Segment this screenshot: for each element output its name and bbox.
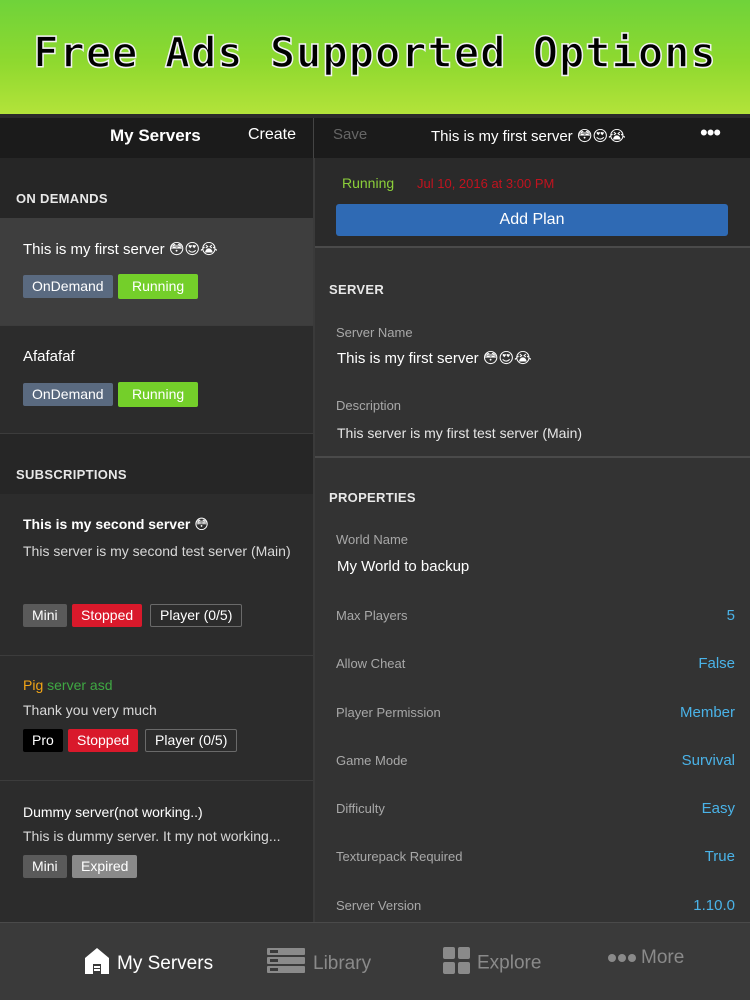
mini-badge: Mini (23, 604, 67, 627)
list-item[interactable]: Pig server asd Thank you very much Pro S… (0, 656, 313, 781)
banner-text: Free Ads Supported Options (33, 27, 717, 78)
pro-badge: Pro (23, 729, 63, 752)
more-options-icon[interactable]: ••• (700, 120, 721, 146)
house-icon (84, 947, 110, 981)
section-divider (315, 456, 750, 458)
server-title: Afafafaf (23, 348, 75, 365)
tab-my-servers[interactable]: My Servers (84, 947, 213, 981)
on-demands-header: ON DEMANDS (0, 158, 313, 218)
status-area: Running Jul 10, 2016 at 3:00 PM Add Plan (315, 158, 750, 248)
texturepack-required-value[interactable]: True (705, 848, 735, 865)
player-permission-value[interactable]: Member (680, 704, 735, 721)
server-name-label: Server Name (336, 325, 413, 340)
server-version-value[interactable]: 1.10.0 (693, 897, 735, 914)
server-title: Dummy server(not working..) (23, 804, 203, 820)
property-label: Allow Cheat (336, 656, 406, 671)
property-label: Texturepack Required (336, 849, 463, 864)
description-field[interactable]: This server is my first test server (Mai… (337, 425, 582, 441)
title-part-orange: Pig (23, 677, 44, 693)
server-title: This is my second server 😳 (23, 516, 209, 532)
stopped-badge: Stopped (68, 729, 139, 752)
add-plan-button[interactable]: Add Plan (336, 204, 728, 236)
ad-banner[interactable]: Free Ads Supported Options (0, 0, 750, 116)
tab-library[interactable]: Library (266, 947, 371, 981)
status-date: Jul 10, 2016 at 3:00 PM (417, 176, 555, 191)
max-players-value[interactable]: 5 (727, 607, 735, 624)
server-description: This server is my second test server (Ma… (23, 543, 291, 559)
tab-label: More (641, 947, 685, 968)
dots-icon (607, 947, 637, 969)
create-button[interactable]: Create (248, 126, 296, 144)
world-name-label: World Name (336, 532, 409, 547)
page-title: My Servers (110, 126, 201, 145)
server-name-field[interactable]: This is my first server 😳😍😭 (337, 349, 532, 367)
world-name-field[interactable]: My World to backup (337, 558, 469, 575)
stack-icon (266, 947, 306, 981)
difficulty-value[interactable]: Easy (702, 800, 735, 817)
server-section-header: SERVER (329, 282, 385, 297)
list-item[interactable]: This is my first server 😳😍😭 OnDemand Run… (0, 218, 313, 326)
server-detail: Running Jul 10, 2016 at 3:00 PM Add Plan… (315, 158, 750, 922)
mini-badge: Mini (23, 855, 67, 878)
stopped-badge: Stopped (72, 604, 143, 627)
title-part-green: server asd (43, 677, 113, 693)
status-text: Running (342, 175, 395, 191)
tab-label: My Servers (117, 953, 214, 974)
property-label: Max Players (336, 608, 408, 623)
server-list: ON DEMANDS This is my first server 😳😍😭 O… (0, 158, 313, 922)
game-mode-value[interactable]: Survival (682, 752, 735, 769)
list-item[interactable]: This is my second server 😳 This server i… (0, 494, 313, 656)
property-label: Difficulty (336, 801, 385, 816)
list-item[interactable]: Afafafaf OnDemand Running (0, 326, 313, 434)
allow-cheat-value[interactable]: False (698, 655, 735, 672)
ondemand-badge: OnDemand (23, 383, 113, 406)
server-description: This is dummy server. It my not working.… (23, 828, 281, 844)
property-label: Game Mode (336, 753, 408, 768)
tab-explore[interactable]: Explore (443, 947, 541, 980)
player-count-badge: Player (0/5) (150, 604, 243, 627)
server-title: Pig server asd (23, 677, 112, 693)
nav-divider (313, 118, 314, 158)
master-nav: My Servers Create (0, 118, 313, 158)
grid-icon (443, 947, 470, 980)
properties-section-header: PROPERTIES (329, 490, 416, 505)
player-count-badge: Player (0/5) (145, 729, 238, 752)
subscriptions-header: SUBSCRIPTIONS (0, 434, 313, 494)
property-label: Server Version (336, 898, 422, 913)
property-label: Player Permission (336, 705, 441, 720)
save-button[interactable]: Save (333, 126, 367, 143)
description-label: Description (336, 398, 402, 413)
tab-more[interactable]: More (607, 947, 684, 969)
ondemand-badge: OnDemand (23, 275, 113, 298)
list-item[interactable]: Dummy server(not working..) This is dumm… (0, 781, 313, 922)
top-nav-bar: My Servers Create Save This is my first … (0, 118, 750, 158)
running-badge: Running (118, 274, 199, 299)
expired-badge: Expired (72, 855, 138, 878)
tab-label: Explore (477, 952, 542, 974)
tab-label: Library (313, 953, 372, 974)
tab-bar: My Servers Library Explore More (0, 922, 750, 1000)
detail-title: This is my first server 😳😍😭 (431, 128, 626, 145)
server-title: This is my first server 😳😍😭 (23, 241, 218, 258)
server-description: Thank you very much (23, 702, 157, 718)
running-badge: Running (118, 382, 199, 407)
